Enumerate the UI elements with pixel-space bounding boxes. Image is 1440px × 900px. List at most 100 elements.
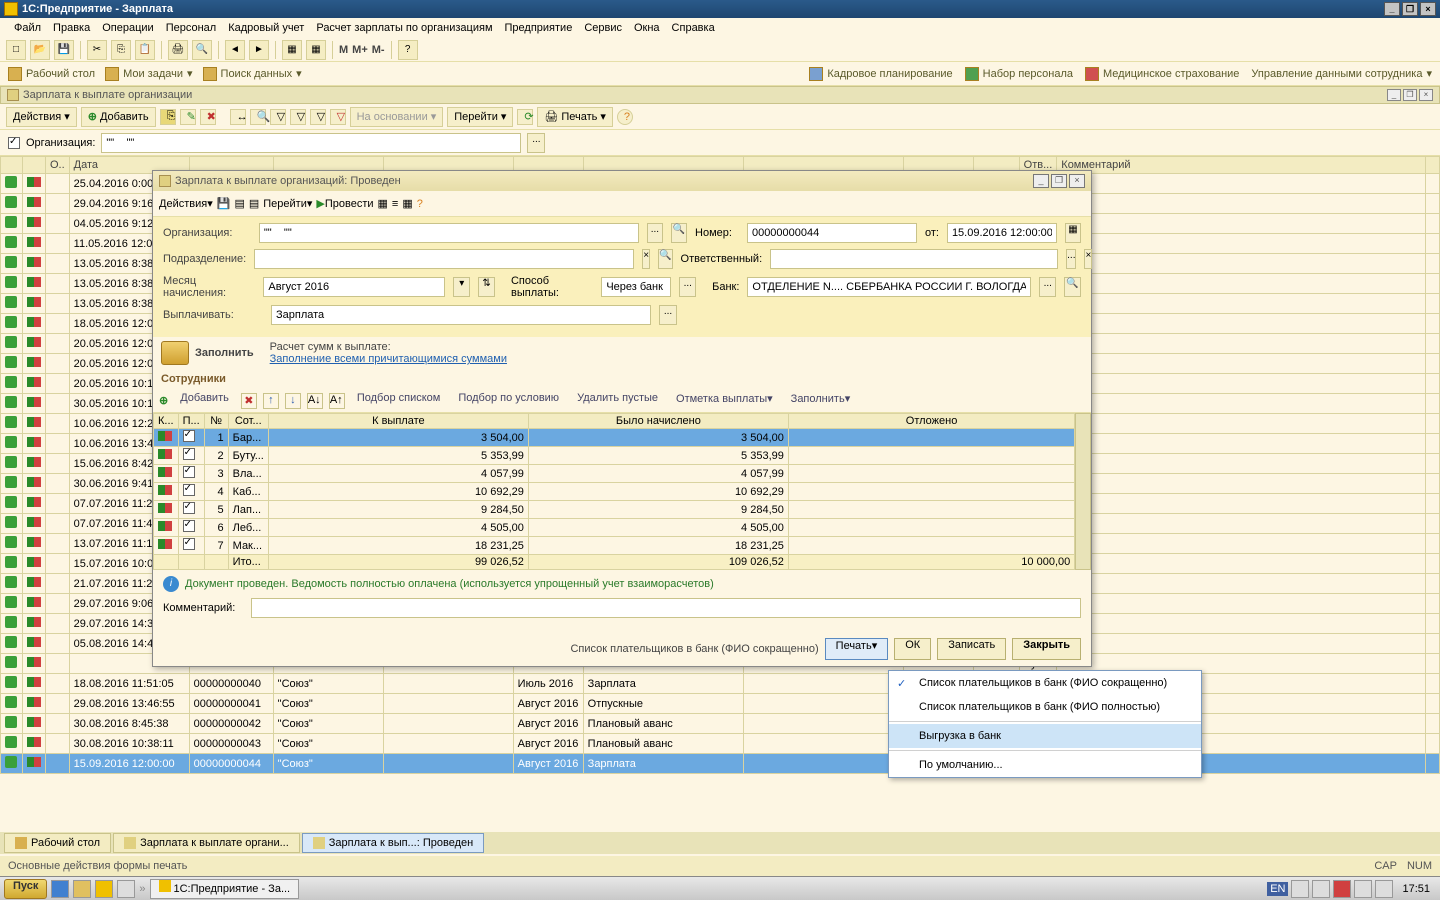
- menu-service[interactable]: Сервис: [578, 22, 628, 34]
- clock[interactable]: 17:51: [1396, 883, 1436, 895]
- menu-operations[interactable]: Операции: [96, 22, 159, 34]
- employee-row[interactable]: 1Бар... 3 504,003 504,00: [154, 429, 1075, 447]
- footer-save-button[interactable]: Записать: [937, 638, 1006, 660]
- nav-desktop[interactable]: Рабочий стол: [8, 67, 95, 81]
- start-button[interactable]: Пуск: [4, 879, 47, 899]
- footer-print-button[interactable]: Печать▾: [825, 638, 889, 660]
- dlg-props-icon[interactable]: ▦: [402, 197, 412, 210]
- employee-row[interactable]: 5Лап... 9 284,509 284,50: [154, 501, 1075, 519]
- bank-input[interactable]: [747, 277, 1031, 297]
- copy-icon[interactable]: ⎘: [111, 40, 131, 60]
- funnel-clear-icon[interactable]: ▽: [330, 109, 346, 125]
- emp-sort-asc-icon[interactable]: A↓: [307, 393, 323, 409]
- footer-list-link[interactable]: Список плательщиков в банк (ФИО сокращен…: [570, 643, 818, 655]
- dlg-close-button[interactable]: ×: [1069, 174, 1085, 188]
- resp-input[interactable]: [770, 249, 1058, 269]
- dep-open-icon[interactable]: 🔍: [658, 249, 672, 269]
- method-input[interactable]: [601, 277, 671, 297]
- restore-button[interactable]: ❐: [1402, 2, 1418, 16]
- calc-icon[interactable]: ▦: [282, 40, 302, 60]
- actions-dropdown[interactable]: Действия▾: [6, 107, 77, 127]
- org-input[interactable]: [259, 223, 639, 243]
- menu-hr[interactable]: Кадровый учет: [222, 22, 310, 34]
- table-row[interactable]: 29.08.2016 13:46:5500000000041"Союз" Авг…: [1, 694, 1440, 714]
- employee-row[interactable]: 3Вла... 4 057,994 057,99: [154, 465, 1075, 483]
- menu-enterprise[interactable]: Предприятие: [499, 22, 579, 34]
- date-picker-icon[interactable]: ▦: [1065, 223, 1081, 243]
- nav-insurance[interactable]: Медицинское страхование: [1085, 67, 1239, 81]
- nav-recruitment[interactable]: Набор персонала: [965, 67, 1073, 81]
- help2-icon[interactable]: ?: [617, 109, 633, 125]
- table-row[interactable]: 18.08.2016 11:51:0500000000040"Союз" Июл…: [1, 674, 1440, 694]
- print-dropdown[interactable]: 🖨Печать▾: [537, 107, 613, 127]
- close-button[interactable]: ×: [1420, 2, 1436, 16]
- employee-row[interactable]: 6Леб... 4 505,004 505,00: [154, 519, 1075, 537]
- menu-file[interactable]: Файл: [8, 22, 47, 34]
- tray-icon-2[interactable]: [1312, 880, 1330, 898]
- pay-input[interactable]: [271, 305, 651, 325]
- menu-item[interactable]: Выгрузка в банк: [889, 724, 1201, 748]
- date-input[interactable]: [947, 223, 1057, 243]
- print-icon[interactable]: 🖨: [168, 40, 188, 60]
- emp-pick-cond[interactable]: Подбор по условию: [452, 392, 565, 410]
- footer-ok-button[interactable]: ОК: [894, 638, 931, 660]
- folder-icon[interactable]: [117, 880, 135, 898]
- dlg-unpost-icon[interactable]: ▤: [249, 197, 259, 210]
- table-row[interactable]: 15.09.2016 12:00:0000000000044"Союз" Авг…: [1, 754, 1440, 774]
- dlg-save-icon[interactable]: 💾: [217, 197, 231, 210]
- comment-input[interactable]: [251, 598, 1081, 618]
- emp-del-empty[interactable]: Удалить пустые: [571, 392, 664, 410]
- find-icon[interactable]: 🔍: [192, 40, 212, 60]
- refresh-icon[interactable]: ↔: [230, 109, 246, 125]
- nav-employee-data[interactable]: Управление данными сотрудника▾: [1251, 67, 1432, 81]
- month-dropdown-icon[interactable]: ▾: [453, 277, 470, 297]
- employee-row[interactable]: 2Буту... 5 353,995 353,99: [154, 447, 1075, 465]
- menu-item[interactable]: По умолчанию...: [889, 753, 1201, 777]
- edit-icon[interactable]: ✎: [180, 109, 196, 125]
- menu-personnel[interactable]: Персонал: [160, 22, 223, 34]
- tab-document[interactable]: Зарплата к вып...: Проведен: [302, 833, 484, 853]
- emp-sort-desc-icon[interactable]: A↑: [329, 393, 345, 409]
- explorer-icon[interactable]: [73, 880, 91, 898]
- open-icon[interactable]: 📂: [30, 40, 50, 60]
- based-on-dropdown[interactable]: На основании▾: [350, 107, 444, 127]
- emp-down-icon[interactable]: ↓: [285, 393, 301, 409]
- dep-input[interactable]: [254, 249, 634, 269]
- org-filter-select-icon[interactable]: ...: [527, 133, 545, 153]
- ie-icon[interactable]: [51, 880, 69, 898]
- bank-select-icon[interactable]: ...: [1039, 277, 1056, 297]
- forward-icon[interactable]: ►: [249, 40, 269, 60]
- employees-table[interactable]: К... П... № Сот... К выплате Было начисл…: [153, 413, 1075, 570]
- list-close-button[interactable]: ×: [1419, 89, 1433, 101]
- list-max-button[interactable]: ❐: [1403, 89, 1417, 101]
- org-filter-checkbox[interactable]: [8, 137, 20, 149]
- dep-clear-icon[interactable]: ×: [642, 249, 650, 269]
- table-row[interactable]: 30.08.2016 10:38:1100000000043"Союз" Авг…: [1, 734, 1440, 754]
- minimize-button[interactable]: _: [1384, 2, 1400, 16]
- list-min-button[interactable]: _: [1387, 89, 1401, 101]
- footer-close-button[interactable]: Закрыть: [1012, 638, 1081, 660]
- menu-help[interactable]: Справка: [666, 22, 721, 34]
- menu-payroll[interactable]: Расчет зарплаты по организациям: [310, 22, 498, 34]
- paste-icon[interactable]: 📋: [135, 40, 155, 60]
- dlg-goto-dropdown[interactable]: Перейти▾: [263, 197, 312, 210]
- emp-up-icon[interactable]: ↑: [263, 393, 279, 409]
- tray-icon-1[interactable]: [1291, 880, 1309, 898]
- dlg-post-button[interactable]: ▶Провести: [316, 197, 373, 210]
- pay-select-icon[interactable]: ...: [659, 305, 677, 325]
- tray-icon-4[interactable]: [1354, 880, 1372, 898]
- number-input[interactable]: [747, 223, 917, 243]
- lang-indicator[interactable]: EN: [1267, 882, 1288, 896]
- menu-windows[interactable]: Окна: [628, 22, 666, 34]
- goto-dropdown[interactable]: Перейти▾: [447, 107, 513, 127]
- memory-m[interactable]: М: [339, 44, 348, 56]
- bank-open-icon[interactable]: 🔍: [1064, 277, 1081, 297]
- calendar-icon[interactable]: ▦: [306, 40, 326, 60]
- org-filter-input[interactable]: [101, 133, 521, 153]
- memory-mminus[interactable]: М-: [372, 44, 385, 56]
- save-icon[interactable]: 💾: [54, 40, 74, 60]
- tab-desktop[interactable]: Рабочий стол: [4, 833, 111, 853]
- org-select-icon[interactable]: ...: [647, 223, 663, 243]
- dlg-struct-icon[interactable]: ▦: [378, 197, 388, 210]
- new-icon[interactable]: □: [6, 40, 26, 60]
